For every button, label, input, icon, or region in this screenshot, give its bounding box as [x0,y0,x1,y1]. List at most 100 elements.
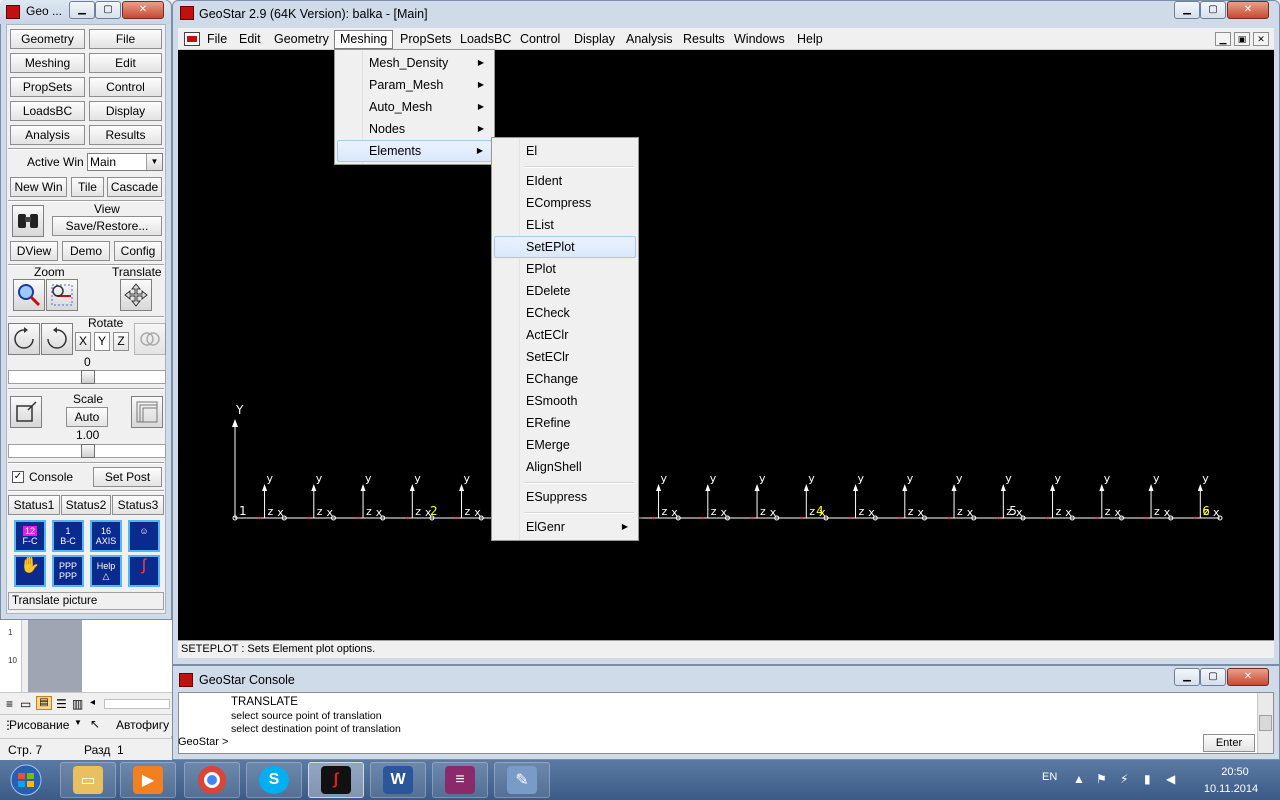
taskbar-chrome[interactable] [184,762,240,798]
menu-file[interactable]: File [202,30,232,49]
clock-date[interactable]: 10.11.2014 [1200,783,1262,795]
status1-button[interactable]: Status1 [8,495,60,515]
slider-thumb[interactable] [81,444,95,458]
axis-z-button[interactable]: Z [113,332,129,351]
maximize-button[interactable]: ▢ [95,1,121,19]
taskbar-word[interactable]: W [370,762,426,798]
set-post-button[interactable]: Set Post [93,467,162,487]
dview-button[interactable]: DView [10,241,58,261]
taskbar-winrar[interactable]: ≡ [432,762,488,798]
view-layout-icon[interactable]: ▤ [36,696,52,710]
tile-button[interactable]: Tile [71,177,104,197]
active-win-select[interactable]: Main ▼ [87,153,163,171]
menu-item-param-mesh[interactable]: Param_Mesh ▶ [337,74,492,96]
minimize-button[interactable]: ▁ [1174,1,1200,19]
demo-button[interactable]: Demo [62,241,110,261]
propsets-button[interactable]: PropSets [10,77,85,97]
meshing-button[interactable]: Meshing [10,53,85,73]
menu-display[interactable]: Display [569,30,620,49]
analysis-button[interactable]: Analysis [10,125,85,145]
slider-thumb[interactable] [81,370,95,384]
menu-loadsbc[interactable]: LoadsBC [455,30,516,49]
display-button[interactable]: Display [89,101,162,121]
menu-windows[interactable]: Windows [729,30,790,49]
scroll-left-icon[interactable]: ◂ [90,697,95,708]
zoom-in-icon[interactable] [13,279,45,311]
translate-icon[interactable] [120,279,152,311]
link-rotate-icon[interactable] [134,323,166,355]
menu-item-ecompress[interactable]: ECompress [494,192,636,214]
rotate-slider[interactable] [8,370,166,384]
rotate-cw-icon[interactable] [41,323,73,355]
start-button[interactable] [8,764,44,796]
cascade-button[interactable]: Cascade [107,177,162,197]
file-button[interactable]: File [89,29,162,49]
console-prompt[interactable]: GeoStar > [178,736,228,748]
word-h-scrollbar[interactable] [104,699,170,709]
maximize-button[interactable]: ▢ [1200,668,1226,686]
taskbar-explorer[interactable]: ▭ [60,762,116,798]
save-restore-button[interactable]: Save/Restore... [52,216,162,236]
menu-item-seteclr[interactable]: SetEClr [494,346,636,368]
menu-item-eplot[interactable]: EPlot [494,258,636,280]
zoom-box-icon[interactable] [46,279,78,311]
menu-item-mesh-density[interactable]: Mesh_Density ▶ [337,52,492,74]
enter-button[interactable]: Enter [1203,734,1255,752]
fc-icon[interactable]: 12 F-C [14,520,46,552]
scrollbar-thumb[interactable] [1259,715,1272,731]
help-icon[interactable]: Help △ [90,555,122,587]
menu-item-elements[interactable]: Elements ▶ [337,140,492,162]
taskbar-skype[interactable]: S [246,762,302,798]
menu-item-auto-mesh[interactable]: Auto_Mesh ▶ [337,96,492,118]
menu-item-el[interactable]: El [494,140,636,162]
minimize-button[interactable]: ▁ [69,1,95,19]
control-button[interactable]: Control [89,77,162,97]
ppp-icon[interactable]: PPP PPP [52,555,84,587]
menu-item-esmooth[interactable]: ESmooth [494,390,636,412]
close-button[interactable]: ✕ [1227,1,1269,19]
status2-button[interactable]: Status2 [61,495,111,515]
geostar-icon[interactable]: ∫ [128,555,160,587]
menu-edit[interactable]: Edit [234,30,266,49]
hand-icon[interactable]: ✋ [14,555,46,587]
menu-item-elgenr[interactable]: ElGenr ▶ [494,516,636,538]
loadsbc-button[interactable]: LoadsBC [10,101,85,121]
menu-item-alignshell[interactable]: AlignShell [494,456,636,478]
console-scrollbar[interactable] [1257,693,1273,753]
menu-item-seteplot[interactable]: SetEPlot [494,236,636,258]
menu-item-emerge[interactable]: EMerge [494,434,636,456]
close-button[interactable]: ✕ [122,1,164,19]
chevron-up-icon[interactable]: ▲ [1073,772,1085,786]
view-outline-icon[interactable]: ☰ [56,697,67,711]
language-indicator[interactable]: EN [1042,771,1057,783]
menu-propsets[interactable]: PropSets [395,30,456,49]
menu-item-edelete[interactable]: EDelete [494,280,636,302]
edit-button[interactable]: Edit [89,53,162,73]
bc-icon[interactable]: 1 B-C [52,520,84,552]
mdi-minimize-button[interactable]: ▁ [1215,32,1231,46]
axis-y-button[interactable]: Y [94,332,110,351]
menu-meshing[interactable]: Meshing [334,30,394,49]
scale-auto-button[interactable]: Auto [66,407,108,427]
scale-grid-icon[interactable] [131,396,163,428]
new-win-button[interactable]: New Win [10,177,67,197]
draw-menu[interactable]: Рисование [9,718,69,732]
close-button[interactable]: ✕ [1227,668,1269,686]
autoshapes-menu[interactable]: Автофигу [116,718,169,732]
taskbar-geostar[interactable]: ∫ [308,762,364,798]
menu-item-esuppress[interactable]: ESuppress [494,486,636,508]
axis-x-button[interactable]: X [75,332,91,351]
clock-time[interactable]: 20:50 [1208,766,1262,778]
volume-icon[interactable]: ◀ [1166,772,1175,786]
signal-icon[interactable]: ▮ [1144,772,1151,786]
scale-box-icon[interactable] [10,396,42,428]
menu-results[interactable]: Results [678,30,730,49]
menu-item-acteclr[interactable]: ActEClr [494,324,636,346]
menu-help[interactable]: Help [792,30,828,49]
menu-item-echange[interactable]: EChange [494,368,636,390]
axis-icon[interactable]: 16 AXIS [90,520,122,552]
console-checkbox[interactable]: ✓ [12,471,24,483]
menu-item-elist[interactable]: EList [494,214,636,236]
menu-analysis[interactable]: Analysis [621,30,678,49]
taskbar-paint[interactable]: ✎ [494,762,550,798]
